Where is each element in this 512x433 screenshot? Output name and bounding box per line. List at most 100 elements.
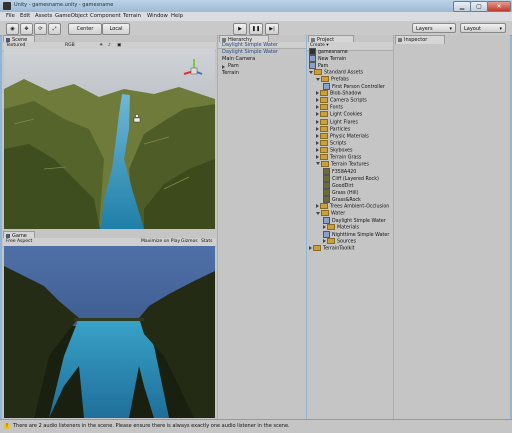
project-item-label: Light Flares: [330, 120, 358, 125]
folder-icon: [320, 139, 328, 146]
move-tool-button[interactable]: ✥: [20, 23, 33, 35]
scene-file-icon: [309, 48, 316, 55]
menu-terrain[interactable]: Terrain: [123, 13, 141, 19]
status-message[interactable]: There are 2 audio listeners in the scene…: [13, 423, 290, 429]
expand-arrow-icon[interactable]: [316, 105, 319, 110]
collapse-arrow-icon[interactable]: [309, 70, 313, 74]
project-item[interactable]: GoodDirt: [323, 181, 354, 189]
project-item[interactable]: Camera Scripts: [316, 97, 367, 104]
step-button[interactable]: ▶|: [265, 23, 279, 35]
layers-label: Layers: [416, 26, 433, 32]
project-item[interactable]: Light Cookies: [316, 111, 362, 118]
expand-arrow-icon[interactable]: [323, 239, 326, 244]
hand-tool-button[interactable]: ◉: [6, 23, 19, 35]
chevron-down-icon: ▾: [499, 26, 502, 32]
stats-toggle[interactable]: Stats: [201, 239, 213, 245]
expand-arrow-icon[interactable]: [316, 204, 319, 209]
hierarchy-item[interactable]: Daylight Simple Water: [222, 42, 302, 49]
hierarchy-item[interactable]: Pam: [222, 63, 308, 70]
texture-icon: [323, 189, 330, 196]
expand-arrow-icon[interactable]: [316, 147, 319, 152]
menu-edit[interactable]: Edit: [20, 13, 30, 19]
project-item[interactable]: F358A420: [323, 167, 356, 175]
scene-render: [4, 49, 215, 229]
menu-window[interactable]: Window: [147, 13, 168, 19]
project-item[interactable]: Skyboxes: [316, 146, 352, 154]
expand-arrow-icon[interactable]: [323, 225, 326, 230]
maximize-on-play-toggle[interactable]: Maximize on Play: [141, 239, 180, 245]
project-item[interactable]: Prefabs: [316, 76, 349, 83]
maximize-button[interactable]: ▢: [470, 1, 488, 12]
pivot-center-button[interactable]: Center: [68, 23, 102, 35]
project-item-label: Scripts: [330, 141, 347, 147]
collapse-arrow-icon[interactable]: [316, 211, 320, 215]
center-label: Center: [76, 26, 94, 32]
expand-arrow-icon[interactable]: [316, 126, 319, 131]
project-item[interactable]: Nighttime Simple Water: [323, 231, 389, 239]
expand-arrow-icon[interactable]: [222, 65, 225, 69]
project-item[interactable]: Grass&Rock: [323, 196, 361, 204]
minimize-button[interactable]: ▁: [453, 1, 471, 12]
menu-help[interactable]: Help: [171, 13, 183, 19]
collapse-arrow-icon[interactable]: [316, 162, 320, 166]
project-item[interactable]: Physic Materials: [316, 132, 369, 140]
inspector-panel: [394, 35, 510, 419]
project-item[interactable]: Scripts: [316, 139, 347, 147]
rotate-tool-button[interactable]: ⟳: [34, 23, 47, 35]
expand-arrow-icon[interactable]: [316, 119, 319, 124]
hierarchy-item[interactable]: Main Camera: [222, 56, 302, 63]
folder-open-icon: [321, 160, 329, 167]
project-item[interactable]: Terrain Textures: [316, 160, 369, 168]
expand-arrow-icon[interactable]: [309, 246, 312, 251]
project-item[interactable]: Daylight Simple Water: [323, 217, 386, 225]
menu-assets[interactable]: Assets: [35, 13, 52, 19]
project-item[interactable]: Trees Ambient-Occlusion: [316, 203, 389, 210]
project-item[interactable]: Pam: [309, 62, 328, 70]
project-item[interactable]: Water: [316, 210, 345, 217]
expand-arrow-icon[interactable]: [316, 91, 319, 96]
tab-inspector[interactable]: Inspector: [395, 35, 445, 44]
project-item[interactable]: Grass (Hill): [323, 189, 359, 196]
project-item[interactable]: Fonts: [316, 104, 343, 111]
project-item[interactable]: Particles: [316, 125, 350, 133]
expand-arrow-icon[interactable]: [316, 140, 319, 145]
project-item[interactable]: TerrainToolkit: [309, 245, 355, 252]
expand-arrow-icon[interactable]: [316, 154, 319, 159]
gizmos-toggle[interactable]: Gizmos: [181, 239, 198, 245]
close-button[interactable]: ✕: [487, 1, 511, 12]
menu-gameobject[interactable]: GameObject: [55, 13, 88, 19]
menu-file[interactable]: File: [6, 13, 15, 19]
layout-dropdown[interactable]: Layout ▾: [460, 23, 506, 33]
project-item[interactable]: Cliff (Layered Rock): [323, 174, 379, 182]
project-item[interactable]: gamesname: [309, 48, 348, 55]
layers-dropdown[interactable]: Layers ▾: [412, 23, 456, 33]
expand-arrow-icon[interactable]: [316, 112, 319, 117]
project-item-label: Standard Assets: [324, 70, 363, 76]
texture-icon: [323, 167, 330, 175]
project-item[interactable]: Terrain Grass: [316, 153, 362, 161]
game-view[interactable]: [4, 246, 215, 418]
pause-button[interactable]: ❚❚: [249, 23, 263, 35]
pivot-local-button[interactable]: Local: [102, 23, 130, 35]
menu-component[interactable]: Component: [90, 13, 121, 19]
project-item[interactable]: Materials: [323, 224, 359, 231]
expand-arrow-icon[interactable]: [316, 98, 319, 103]
hierarchy-item[interactable]: Daylight Simple Water: [222, 49, 302, 56]
unity-app-icon: [3, 2, 11, 10]
project-item-label: Terrain Grass: [330, 155, 362, 161]
aspect-dropdown[interactable]: Free Aspect: [6, 239, 32, 245]
hierarchy-item[interactable]: Terrain: [222, 70, 302, 77]
collapse-arrow-icon[interactable]: [316, 77, 320, 81]
scene-view[interactable]: [4, 49, 215, 229]
project-item[interactable]: First Person Controller: [323, 83, 385, 91]
status-bar: ! There are 2 audio listeners in the sce…: [0, 419, 512, 433]
project-item[interactable]: Blob-Shadow: [316, 90, 361, 97]
project-item[interactable]: Sources: [323, 238, 356, 245]
play-button[interactable]: ▶: [233, 23, 247, 35]
scale-tool-button[interactable]: ⤢: [48, 23, 61, 35]
pause-icon: ❚❚: [251, 26, 261, 32]
expand-arrow-icon[interactable]: [316, 133, 319, 138]
project-item[interactable]: Light Flares: [316, 118, 358, 126]
project-item[interactable]: Standard Assets: [309, 69, 363, 76]
project-item[interactable]: New Terrain: [309, 55, 346, 63]
